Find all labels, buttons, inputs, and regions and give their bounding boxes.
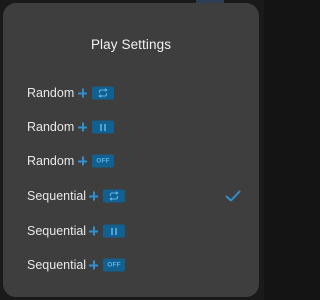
repeat-mode-badge (92, 86, 114, 100)
plus-icon (89, 226, 98, 236)
option-label: Random (27, 120, 75, 134)
off-mode-badge: OFF (103, 258, 125, 272)
plus-icon (78, 88, 87, 98)
plus-icon (89, 191, 98, 201)
off-mode-badge: OFF (92, 154, 114, 168)
plus-icon (78, 156, 87, 166)
option-random-off[interactable]: Random OFF (3, 144, 259, 178)
option-label: Random (27, 86, 75, 100)
plus-icon (78, 122, 87, 132)
pause-icon (100, 123, 106, 131)
pause-icon (111, 227, 117, 235)
repeat-mode-badge (103, 189, 125, 203)
option-label: Sequential (27, 224, 87, 238)
option-sequential-off[interactable]: Sequential OFF (3, 248, 259, 282)
repeat-icon (109, 191, 119, 201)
pause-mode-badge (92, 120, 114, 134)
checkmark-icon (225, 190, 241, 202)
plus-icon (89, 260, 98, 270)
pause-mode-badge (103, 224, 125, 238)
option-label: Sequential (27, 258, 87, 272)
option-random-pause[interactable]: Random (3, 110, 259, 144)
option-label: Random (27, 154, 75, 168)
option-label: Sequential (27, 189, 87, 203)
option-sequential-repeat[interactable]: Sequential (3, 179, 259, 213)
option-sequential-pause[interactable]: Sequential (3, 214, 259, 248)
repeat-icon (98, 88, 108, 98)
sheet-title: Play Settings (90, 37, 172, 52)
option-random-repeat[interactable]: Random (3, 76, 259, 110)
play-settings-sheet: Play Settings Random Random Random OFF S… (3, 3, 259, 297)
